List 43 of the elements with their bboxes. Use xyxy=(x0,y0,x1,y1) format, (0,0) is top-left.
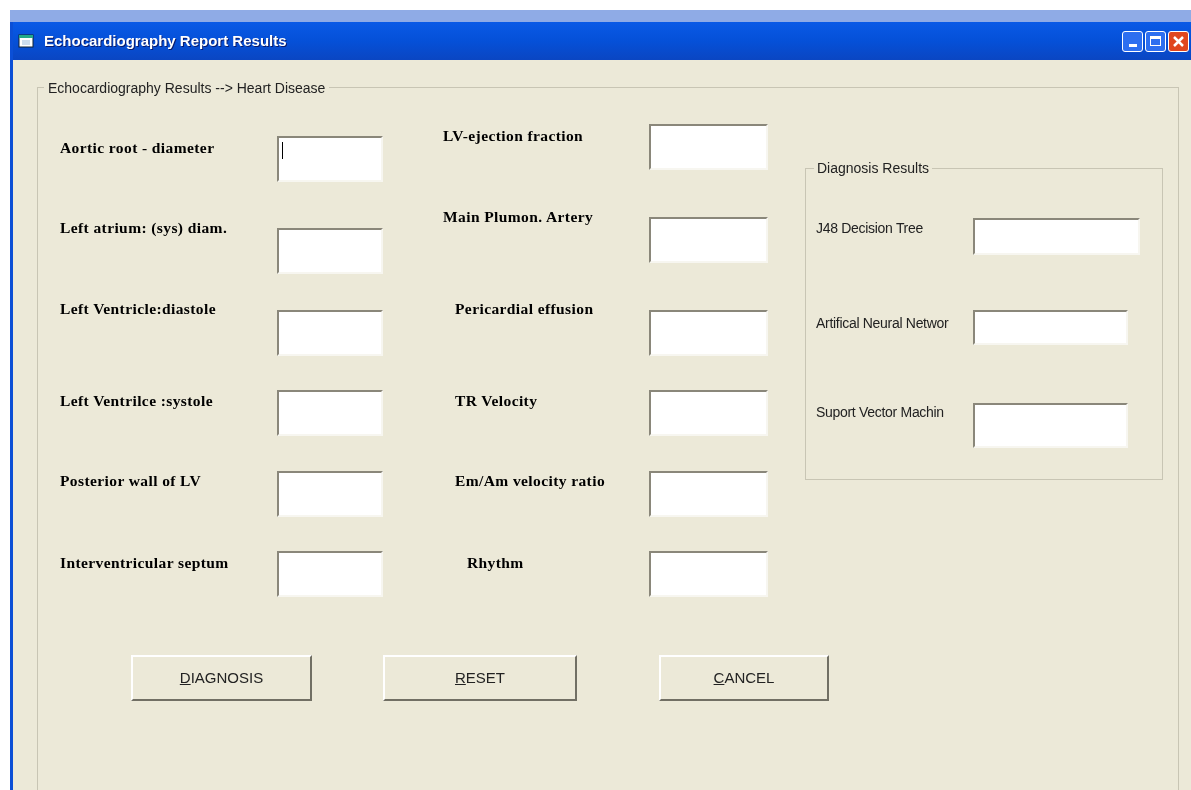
field-label: Rhythm xyxy=(466,554,525,572)
field-label: Posterior wall of LV xyxy=(60,472,203,490)
group-title: Echocardiography Results --> Heart Disease xyxy=(44,79,330,97)
input-field[interactable] xyxy=(649,390,768,436)
input-field[interactable] xyxy=(649,310,768,356)
push-button[interactable]: DIAGNOSIS xyxy=(131,655,312,701)
field-label: Left Ventricle:diastole xyxy=(60,300,217,318)
input-field[interactable] xyxy=(649,124,768,170)
minimize-button[interactable] xyxy=(1122,30,1143,52)
input-field[interactable] xyxy=(277,228,383,274)
push-button[interactable]: CANCEL xyxy=(659,655,829,701)
field-label: Left atrium: (sys) diam. xyxy=(60,219,229,237)
output-field[interactable] xyxy=(973,218,1140,255)
group-title: Diagnosis Results xyxy=(814,159,933,177)
field-label: J48 Decision Tree xyxy=(816,219,924,237)
output-field[interactable] xyxy=(973,310,1128,345)
input-field[interactable] xyxy=(649,551,768,597)
minimize-icon xyxy=(1128,43,1137,47)
field-label: Em/Am velocity ratio xyxy=(454,472,607,490)
field-label: Pericardial effusion xyxy=(454,300,595,318)
close-icon xyxy=(1173,35,1184,47)
input-field[interactable] xyxy=(277,136,383,182)
maximize-button[interactable] xyxy=(1145,30,1166,52)
window-icon xyxy=(18,34,34,48)
input-field[interactable] xyxy=(649,217,768,263)
window-title: Echocardiography Report Results xyxy=(44,30,287,51)
field-label: Left Ventrilce :systole xyxy=(60,392,214,410)
field-label: Main Plumon. Artery xyxy=(443,208,595,226)
input-field[interactable] xyxy=(649,471,768,517)
field-label: Interventricular septum xyxy=(60,554,230,572)
input-field[interactable] xyxy=(277,471,383,517)
close-button[interactable] xyxy=(1168,30,1189,52)
field-label: Suport Vector Machin xyxy=(816,403,945,421)
field-label: LV-ejection fraction xyxy=(443,127,585,145)
input-field[interactable] xyxy=(277,310,383,356)
field-label: TR Velocity xyxy=(454,392,539,410)
field-label: Artifical Neural Networ xyxy=(816,314,950,332)
output-field[interactable] xyxy=(973,403,1128,448)
input-field[interactable] xyxy=(277,390,383,436)
maximize-icon xyxy=(1150,36,1161,46)
input-field[interactable] xyxy=(277,551,383,597)
field-label: Aortic root - diameter xyxy=(60,139,216,157)
push-button[interactable]: RESET xyxy=(383,655,577,701)
